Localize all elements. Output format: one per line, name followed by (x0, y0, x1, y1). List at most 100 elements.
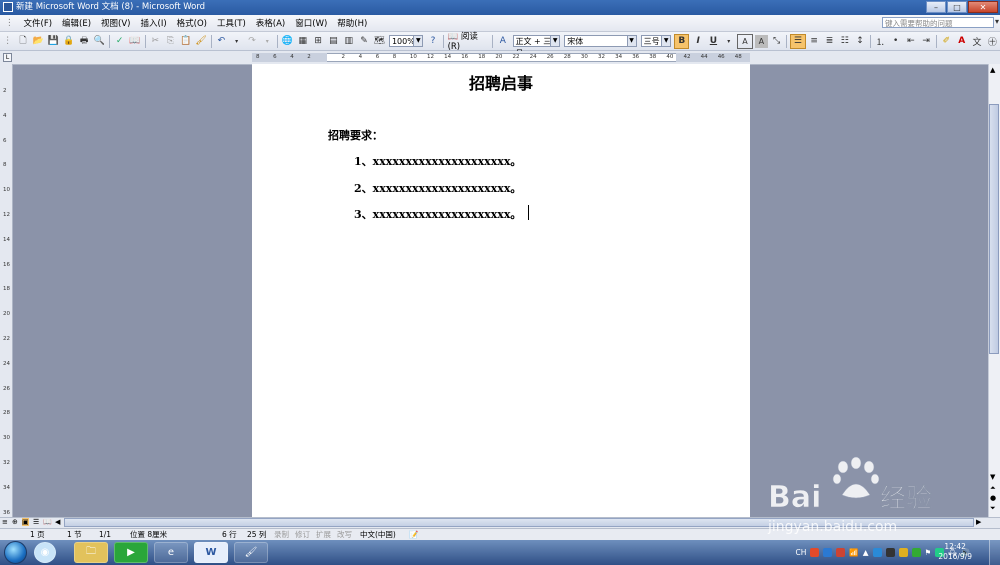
align-right-icon[interactable]: ≣ (823, 35, 836, 48)
insert-excel-icon[interactable]: ▤ (327, 35, 340, 48)
tray-icon-4[interactable] (911, 548, 921, 557)
decrease-indent-icon[interactable]: ⇤ (904, 35, 917, 48)
style-select[interactable]: 正文 + 三号▼ (512, 35, 561, 58)
document-map-icon[interactable]: 🗺 (373, 35, 386, 48)
start-button[interactable] (4, 541, 27, 564)
taskbar-paint-icon[interactable]: 🖌 (234, 542, 268, 563)
taskbar-browser-icon[interactable]: ◉ (34, 542, 56, 563)
numbering-icon[interactable]: ⒈ (874, 35, 887, 48)
menu-table[interactable]: 表格(A) (251, 17, 290, 29)
print-view-icon[interactable]: ▣ (22, 518, 29, 526)
maximize-button[interactable]: □ (947, 1, 967, 13)
research-icon[interactable]: 📖 (128, 35, 141, 48)
tray-icon-2[interactable] (885, 548, 895, 557)
prev-page-icon[interactable]: ⏶ (990, 484, 996, 493)
next-page-icon[interactable]: ⏷ (990, 504, 996, 513)
help-icon[interactable]: ? (426, 35, 439, 48)
print-preview-icon[interactable]: 🔍 (93, 35, 106, 48)
enclose-char-icon[interactable]: ㊉ (986, 35, 999, 48)
wifi-icon[interactable]: 📶 (849, 548, 858, 557)
save-icon[interactable]: 💾 (47, 35, 60, 48)
taskbar-explorer-icon[interactable]: 🗀 (74, 542, 108, 563)
font-select[interactable]: 宋体 ▼ (564, 35, 637, 47)
bold-button[interactable]: B (674, 33, 690, 49)
columns-icon[interactable]: ▥ (342, 35, 355, 48)
char-scale-icon[interactable]: ⤡ (770, 35, 783, 48)
help-tray-icon[interactable] (823, 548, 833, 557)
char-border-button[interactable]: A (737, 33, 753, 49)
align-center-icon[interactable]: ≡ (808, 35, 821, 48)
word-app-icon[interactable] (3, 2, 13, 12)
menu-format[interactable]: 格式(O) (172, 17, 212, 29)
tray-icon-1[interactable] (872, 548, 882, 557)
redo-dropdown-icon[interactable]: ▾ (261, 35, 274, 48)
paste-icon[interactable]: 📋 (179, 35, 192, 48)
help-dropdown-icon[interactable]: ▾ (995, 17, 999, 26)
font-dropdown-icon[interactable]: ▼ (626, 36, 636, 46)
hyperlink-icon[interactable]: 🌐 (281, 35, 294, 48)
copy-icon[interactable]: ⎘ (164, 35, 177, 48)
menu-tools[interactable]: 工具(T) (212, 17, 251, 29)
outline-view-icon[interactable]: ☰ (33, 518, 39, 526)
scroll-left-icon[interactable]: ◀ (55, 518, 60, 526)
input-lang[interactable]: CH (796, 548, 807, 557)
increase-indent-icon[interactable]: ⇥ (920, 35, 933, 48)
reading-view-icon[interactable]: 📖 (43, 518, 52, 526)
taskbar-video-app-icon[interactable]: ▶ (114, 542, 148, 563)
new-doc-icon[interactable]: 🗋 (16, 35, 29, 48)
format-painter-icon[interactable]: 🖌 (194, 35, 207, 48)
menu-help[interactable]: 帮助(H) (332, 17, 372, 29)
permission-icon[interactable]: 🔒 (62, 35, 75, 48)
taskbar-word-icon[interactable]: W (194, 542, 228, 563)
insert-table-icon[interactable]: ⊞ (311, 35, 324, 48)
menu-edit[interactable]: 编辑(E) (57, 17, 96, 29)
document-page[interactable] (252, 64, 750, 517)
app-tray-icon[interactable] (836, 548, 846, 557)
phonetic-guide-icon[interactable]: 文 (970, 35, 983, 48)
italic-button[interactable]: I (691, 35, 704, 48)
zoom-dropdown-icon[interactable]: ▼ (413, 36, 423, 46)
tab-selector-icon[interactable]: L (3, 53, 12, 62)
vertical-scroll-thumb[interactable] (989, 104, 999, 354)
flag-icon[interactable]: ⚑ (925, 548, 932, 557)
bullets-icon[interactable]: • (889, 35, 902, 48)
tables-borders-icon[interactable]: ▦ (296, 35, 309, 48)
drawing-icon[interactable]: ✎ (357, 35, 370, 48)
cut-icon[interactable]: ✂ (149, 35, 162, 48)
styles-pane-icon[interactable]: A (496, 35, 509, 48)
redo-icon[interactable]: ↷ (245, 35, 258, 48)
normal-view-icon[interactable]: ≡ (2, 518, 8, 526)
undo-dropdown-icon[interactable]: ▾ (230, 35, 243, 48)
close-button[interactable]: ✕ (968, 1, 998, 13)
underline-dropdown-icon[interactable]: ▾ (722, 35, 735, 48)
antivirus-tray-icon[interactable] (810, 548, 820, 557)
minimize-button[interactable]: – (926, 1, 946, 13)
show-hidden-icon[interactable]: ▲ (863, 548, 869, 557)
line-spacing-icon[interactable]: ↕ (853, 35, 866, 48)
scroll-up-icon[interactable]: ▲ (990, 66, 995, 74)
print-icon[interactable]: 🖶 (77, 35, 90, 48)
undo-icon[interactable]: ↶ (215, 35, 228, 48)
highlight-icon[interactable]: ✐ (940, 35, 953, 48)
style-dropdown-icon[interactable]: ▼ (550, 36, 560, 46)
char-shading-button[interactable]: A (754, 34, 768, 48)
show-desktop-button[interactable] (989, 540, 1000, 565)
font-color-icon[interactable]: A (955, 35, 968, 48)
tray-icon-3[interactable] (898, 548, 908, 557)
browse-object-icon[interactable]: ● (990, 494, 996, 502)
menu-window[interactable]: 窗口(W) (290, 17, 332, 29)
scroll-down-icon[interactable]: ▼ (990, 473, 995, 481)
read-mode-button[interactable]: 📖 阅读(R) (448, 30, 489, 52)
align-justify-button[interactable]: ☰ (790, 33, 806, 49)
font-size-dropdown-icon[interactable]: ▼ (661, 36, 671, 46)
help-search-input[interactable]: 键入需要帮助的问题 (882, 17, 994, 28)
menu-file[interactable]: 文件(F) (19, 17, 58, 29)
web-view-icon[interactable]: ⊕ (12, 518, 18, 526)
spelling-icon[interactable]: ✓ (113, 35, 126, 48)
menu-view[interactable]: 视图(V) (96, 17, 135, 29)
zoom-select[interactable]: 100% ▼ (388, 35, 424, 47)
distribute-icon[interactable]: ☷ (838, 35, 851, 48)
menu-insert[interactable]: 插入(I) (136, 17, 172, 29)
open-folder-icon[interactable]: 📂 (32, 35, 45, 48)
font-size-select[interactable]: 三号 ▼ (640, 35, 672, 47)
